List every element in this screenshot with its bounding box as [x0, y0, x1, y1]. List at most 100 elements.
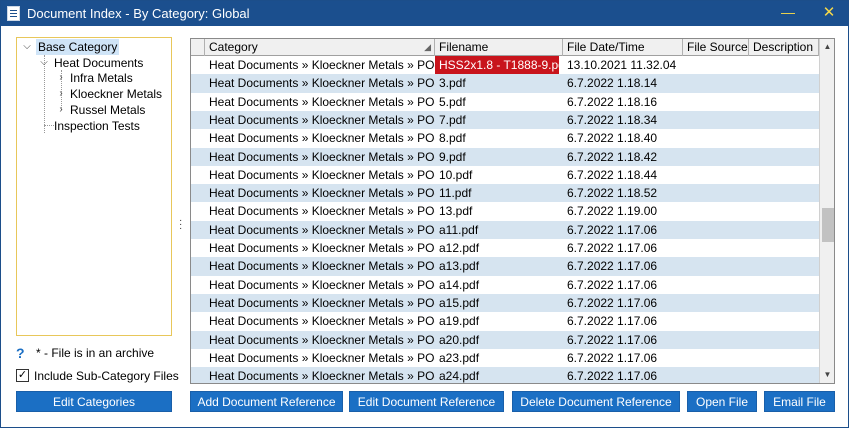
edit-document-reference-button[interactable]: Edit Document Reference [349, 391, 504, 412]
archive-note: * - File is in an archive [36, 346, 155, 360]
splitter-grip-icon[interactable]: · · · [179, 216, 182, 234]
cell-filename: 11.pdf [439, 186, 472, 201]
row-indicator [191, 129, 205, 147]
cell-file-date: 6.7.2022 1.17.06 [567, 277, 658, 292]
minimize-icon[interactable]: — [778, 3, 798, 23]
include-subcategory-checkbox[interactable]: ✓ [16, 369, 29, 382]
document-grid: Category ◢ Filename File Date/Time File … [190, 38, 835, 384]
table-row[interactable]: Heat Documents » Kloeckner Metals » PO-0… [191, 367, 819, 384]
window-title: Document Index - By Category: Global [27, 6, 250, 21]
row-indicator [191, 331, 205, 349]
row-indicator [191, 239, 205, 257]
delete-document-reference-button[interactable]: Delete Document Reference [512, 391, 680, 412]
table-row[interactable]: Heat Documents » Kloeckner Metals » PO-0… [191, 257, 819, 276]
table-row[interactable]: Heat Documents » Kloeckner Metals » PO-0… [191, 166, 819, 184]
category-tree: ⌵ Base Category ⌵ Heat Documents › Infra… [16, 37, 172, 336]
table-row[interactable]: Heat Documents » Kloeckner Metals » PO-0… [191, 184, 819, 203]
cell-category: Heat Documents » Kloeckner Metals » PO-0 [209, 259, 435, 274]
chevron-right-icon[interactable]: › [56, 86, 66, 102]
tree-label: Heat Documents [54, 56, 144, 70]
row-indicator [191, 221, 205, 239]
row-indicator [191, 111, 205, 129]
table-row[interactable]: Heat Documents » Kloeckner Metals » PO-0… [191, 110, 819, 130]
cell-filename: a24.pdf [439, 369, 480, 384]
cell-category: Heat Documents » Kloeckner Metals » PO-0 [209, 94, 435, 109]
table-row[interactable]: Heat Documents » Kloeckner Metals » PO-0… [191, 239, 819, 257]
document-index-window: Document Index - By Category: Global — ✕… [0, 0, 849, 428]
cell-file-date: 6.7.2022 1.17.06 [567, 222, 658, 237]
cell-file-date: 6.7.2022 1.17.06 [567, 332, 658, 347]
column-header-description[interactable]: Description [749, 39, 819, 56]
scroll-up-icon[interactable]: ▲ [820, 39, 834, 55]
cell-filename: a11.pdf [439, 222, 479, 237]
chevron-down-icon[interactable]: ⌵ [22, 39, 32, 55]
scroll-thumb[interactable] [822, 208, 834, 242]
table-row[interactable]: Heat Documents » Kloeckner Metals » PO-0… [191, 349, 819, 367]
cell-filename: 3.pdf [439, 76, 466, 91]
cell-filename: a15.pdf [439, 295, 480, 310]
cell-file-date: 6.7.2022 1.17.06 [567, 369, 658, 384]
add-document-reference-button[interactable]: Add Document Reference [190, 391, 343, 412]
table-row[interactable]: Heat Documents » Kloeckner Metals » PO-0… [191, 129, 819, 147]
tree-label: Kloeckner Metals [70, 87, 163, 101]
cell-category: Heat Documents » Kloeckner Metals » PO-0 [209, 149, 435, 164]
scroll-down-icon[interactable]: ▼ [820, 367, 834, 383]
cell-file-date: 6.7.2022 1.18.34 [567, 112, 658, 127]
chevron-right-icon[interactable]: › [56, 102, 66, 118]
table-row[interactable]: Heat Documents » Kloeckner Metals » PO-0… [191, 147, 819, 166]
cell-filename: a19.pdf [439, 314, 480, 329]
cell-file-date: 6.7.2022 1.18.14 [567, 76, 658, 91]
tree-label: Infra Metals [70, 71, 133, 85]
cell-file-date: 6.7.2022 1.18.16 [567, 94, 658, 109]
chevron-right-icon[interactable]: › [56, 70, 66, 86]
edit-categories-button[interactable]: Edit Categories [16, 391, 172, 412]
document-icon [7, 6, 20, 21]
row-indicator [191, 367, 205, 383]
row-indicator [191, 202, 205, 220]
grid-header: Category ◢ Filename File Date/Time File … [191, 39, 819, 56]
chevron-down-icon[interactable]: ⌵ [39, 55, 49, 71]
table-row[interactable]: Heat Documents » Kloeckner Metals » PO-0… [191, 93, 819, 111]
cell-category: Heat Documents » Kloeckner Metals » PO-0 [209, 112, 435, 127]
cell-category: Heat Documents » Kloeckner Metals » PO-0 [209, 241, 435, 255]
cell-category: Heat Documents » Kloeckner Metals » PO-0 [209, 295, 435, 310]
column-header-category[interactable]: Category ◢ [205, 39, 435, 56]
row-indicator [191, 74, 205, 92]
cell-file-date: 6.7.2022 1.18.44 [567, 167, 658, 182]
email-file-button[interactable]: Email File [764, 391, 835, 412]
table-row[interactable]: Heat Documents » Kloeckner Metals » PO-0… [191, 276, 819, 294]
table-row[interactable]: Heat Documents » Kloeckner Metals » PO-0… [191, 202, 819, 220]
row-indicator [191, 312, 205, 330]
cell-file-date: 6.7.2022 1.18.52 [567, 186, 658, 201]
cell-filename: a14.pdf [439, 277, 480, 292]
table-row[interactable]: Heat Documents » Kloeckner Metals » PO-0… [191, 220, 819, 239]
table-row[interactable]: Heat Documents » Kloeckner Metals » PO-0… [191, 74, 819, 93]
cell-category: Heat Documents » Kloeckner Metals » PO-0 [209, 369, 435, 384]
cell-filename: 5.pdf [439, 94, 466, 109]
column-header-filename[interactable]: Filename [435, 39, 563, 56]
row-indicator-header [191, 39, 205, 56]
cell-file-date: 6.7.2022 1.17.06 [567, 350, 658, 365]
vertical-scrollbar[interactable]: ▲ ▼ [819, 39, 834, 383]
cell-filename: a12.pdf [439, 241, 480, 255]
column-header-file-date[interactable]: File Date/Time [563, 39, 683, 56]
cell-filename: a13.pdf [439, 259, 480, 274]
cell-category: Heat Documents » Kloeckner Metals » PO-0 [209, 350, 435, 365]
cell-file-date: 6.7.2022 1.17.06 [567, 314, 658, 329]
cell-category: Heat Documents » Kloeckner Metals » PO-0 [209, 277, 435, 292]
cell-category: Heat Documents » Kloeckner Metals » PO-0 [209, 204, 435, 219]
table-row[interactable]: Heat Documents » Kloeckner Metals » PO-0… [191, 293, 819, 313]
table-row[interactable]: Heat Documents » Kloeckner Metals » PO-0… [191, 330, 819, 349]
open-file-button[interactable]: Open File [687, 391, 757, 412]
row-indicator [191, 93, 205, 111]
include-subcategory-label[interactable]: Include Sub-Category Files [34, 369, 179, 383]
table-row[interactable]: Heat Documents » Kloeckner Metals » PO-0… [191, 56, 819, 74]
cell-file-date: 6.7.2022 1.18.42 [567, 149, 658, 164]
cell-category: Heat Documents » Kloeckner Metals » PO-0 [209, 314, 435, 329]
cell-category: Heat Documents » Kloeckner Metals » PO-0 [209, 186, 435, 201]
table-row[interactable]: Heat Documents » Kloeckner Metals » PO-0… [191, 312, 819, 330]
column-header-file-source[interactable]: File Source [683, 39, 749, 56]
cell-filename: 7.pdf [439, 112, 466, 127]
cell-filename: 9.pdf [439, 149, 466, 164]
close-icon[interactable]: ✕ [819, 3, 839, 23]
